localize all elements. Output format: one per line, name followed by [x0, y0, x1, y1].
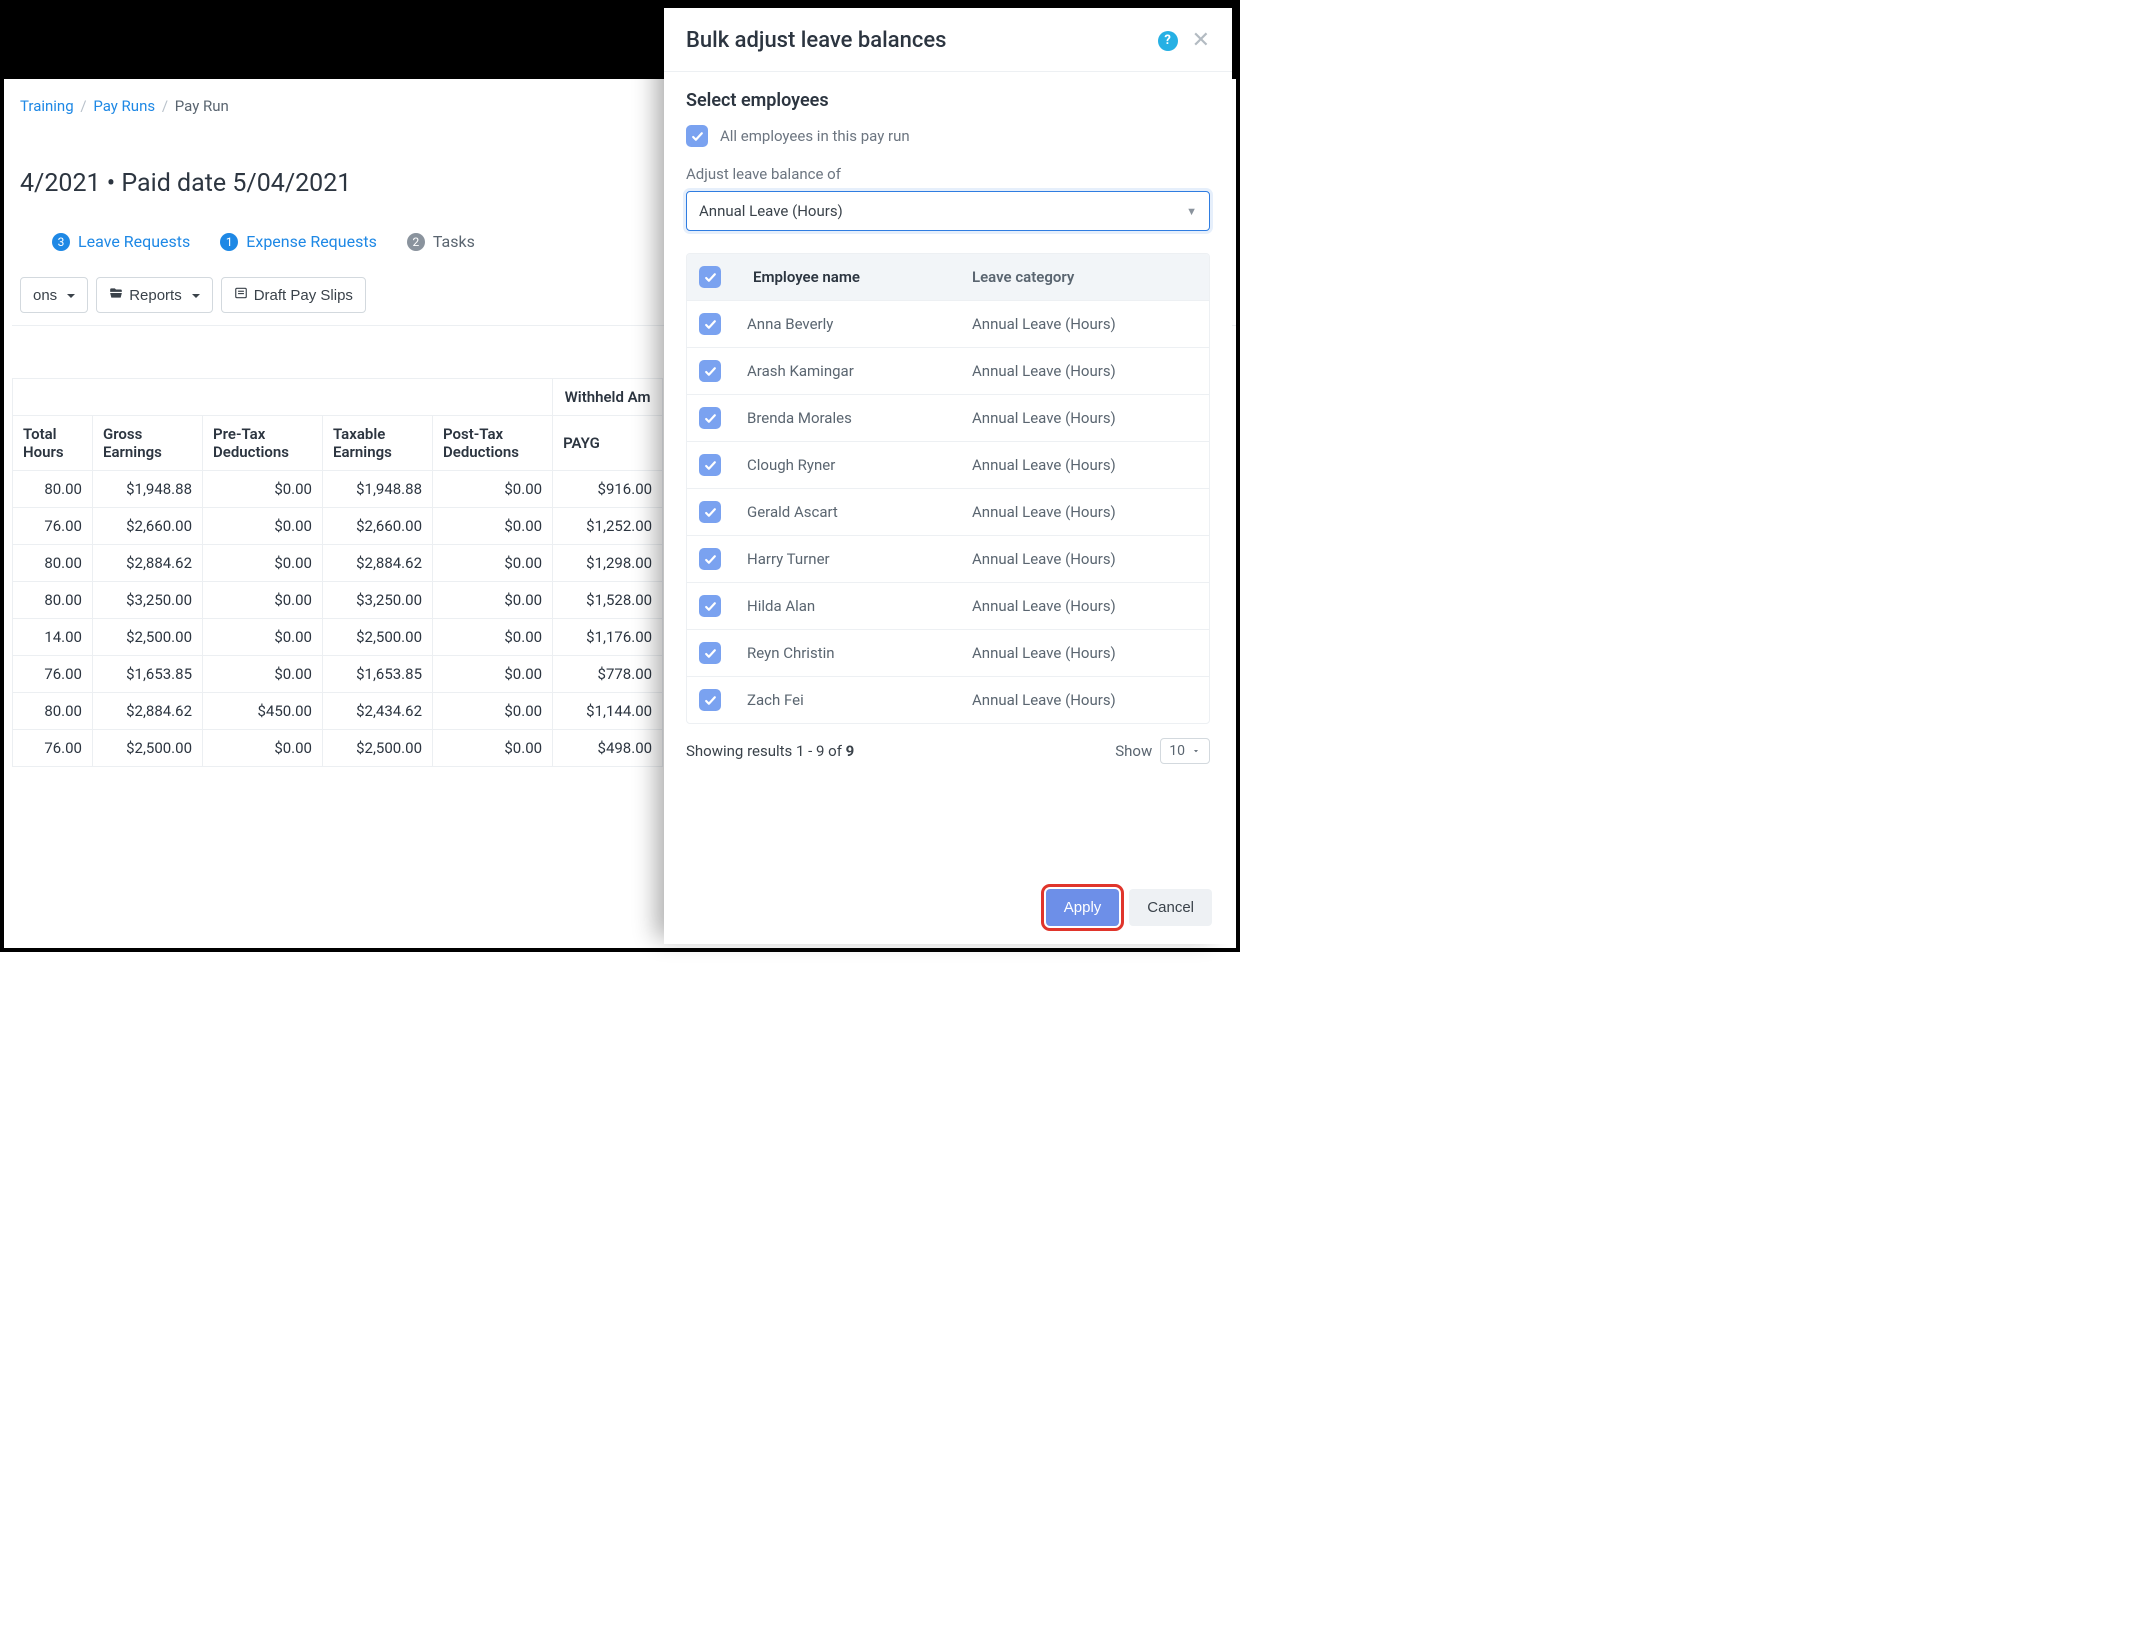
- all-employees-label: All employees in this pay run: [720, 127, 910, 145]
- employee-row[interactable]: Zach FeiAnnual Leave (Hours): [687, 677, 1209, 723]
- employee-name: Arash Kamingar: [747, 362, 972, 380]
- employee-category: Annual Leave (Hours): [972, 644, 1197, 662]
- table-row[interactable]: 80.00$2,884.62$450.00$2,434.62$0.00$1,14…: [13, 693, 663, 730]
- employee-row[interactable]: Clough RynerAnnual Leave (Hours): [687, 442, 1209, 489]
- employee-name: Brenda Morales: [747, 409, 972, 427]
- employee-checkbox[interactable]: [699, 595, 721, 617]
- withheld-header: Withheld Am: [553, 379, 663, 416]
- bulk-adjust-panel: Bulk adjust leave balances ? ✕ Select em…: [664, 8, 1232, 944]
- employee-row[interactable]: Hilda AlanAnnual Leave (Hours): [687, 583, 1209, 630]
- tab-expense-requests[interactable]: 1 Expense Requests: [220, 232, 377, 251]
- table-row[interactable]: 80.00$1,948.88$0.00$1,948.88$0.00$916.00: [13, 471, 663, 508]
- employee-category: Annual Leave (Hours): [972, 409, 1197, 427]
- chevron-down-icon: [1191, 746, 1201, 756]
- employee-category: Annual Leave (Hours): [972, 362, 1197, 380]
- employee-category: Annual Leave (Hours): [972, 503, 1197, 521]
- select-employees-title: Select employees: [686, 90, 1210, 111]
- apply-button[interactable]: Apply: [1046, 889, 1120, 926]
- table-row[interactable]: 14.00$2,500.00$0.00$2,500.00$0.00$1,176.…: [13, 619, 663, 656]
- employee-name: Zach Fei: [747, 691, 972, 709]
- employee-checkbox[interactable]: [699, 313, 721, 335]
- employee-row[interactable]: Anna BeverlyAnnual Leave (Hours): [687, 301, 1209, 348]
- employee-category: Annual Leave (Hours): [972, 315, 1197, 333]
- table-row[interactable]: 80.00$3,250.00$0.00$3,250.00$0.00$1,528.…: [13, 582, 663, 619]
- col-employee-name: Employee name: [747, 268, 972, 286]
- badge-tasks: 2: [407, 233, 425, 251]
- col-header: Total Hours: [13, 416, 93, 471]
- employee-row[interactable]: Gerald AscartAnnual Leave (Hours): [687, 489, 1209, 536]
- employee-checkbox[interactable]: [699, 642, 721, 664]
- table-row[interactable]: 76.00$1,653.85$0.00$1,653.85$0.00$778.00: [13, 656, 663, 693]
- tab-leave-requests[interactable]: 3 Leave Requests: [52, 232, 190, 251]
- col-header: Gross Earnings: [93, 416, 203, 471]
- employee-category: Annual Leave (Hours): [972, 597, 1197, 615]
- employee-checkbox[interactable]: [699, 689, 721, 711]
- results-text: Showing results 1 - 9 of 9: [686, 742, 854, 760]
- tab-tasks[interactable]: 2 Tasks: [407, 232, 475, 251]
- breadcrumb-payruns[interactable]: Pay Runs: [93, 97, 155, 115]
- folder-icon: [109, 286, 123, 304]
- col-header: Pre-Tax Deductions: [203, 416, 323, 471]
- employee-checkbox[interactable]: [699, 454, 721, 476]
- employee-name: Hilda Alan: [747, 597, 972, 615]
- col-header: Post-Tax Deductions: [433, 416, 553, 471]
- employee-checkbox[interactable]: [699, 407, 721, 429]
- badge-expense: 1: [220, 233, 238, 251]
- leave-balance-select[interactable]: Annual Leave (Hours) ▼: [686, 191, 1210, 231]
- col-header: Taxable Earnings: [323, 416, 433, 471]
- employee-row[interactable]: Harry TurnerAnnual Leave (Hours): [687, 536, 1209, 583]
- table-row[interactable]: 80.00$2,884.62$0.00$2,884.62$0.00$1,298.…: [13, 545, 663, 582]
- employee-category: Annual Leave (Hours): [972, 550, 1197, 568]
- cancel-button[interactable]: Cancel: [1129, 889, 1212, 926]
- reports-button[interactable]: Reports: [96, 277, 213, 313]
- document-icon: [234, 286, 248, 304]
- breadcrumb-current: Pay Run: [175, 97, 229, 115]
- employee-name: Reyn Christin: [747, 644, 972, 662]
- payrun-table: Withheld Am Total HoursGross EarningsPre…: [12, 378, 663, 767]
- panel-title: Bulk adjust leave balances: [686, 28, 946, 53]
- employee-name: Gerald Ascart: [747, 503, 972, 521]
- adjust-balance-label: Adjust leave balance of: [686, 165, 1210, 183]
- employee-table: Employee name Leave category Anna Beverl…: [686, 253, 1210, 724]
- page-size-select[interactable]: 10: [1160, 738, 1210, 764]
- help-icon[interactable]: ?: [1158, 31, 1178, 51]
- employee-row[interactable]: Brenda MoralesAnnual Leave (Hours): [687, 395, 1209, 442]
- employee-row[interactable]: Arash KamingarAnnual Leave (Hours): [687, 348, 1209, 395]
- col-leave-category: Leave category: [972, 268, 1197, 286]
- badge-leave: 3: [52, 233, 70, 251]
- col-header: PAYG: [553, 416, 663, 471]
- employee-category: Annual Leave (Hours): [972, 691, 1197, 709]
- employee-checkbox[interactable]: [699, 360, 721, 382]
- employee-row[interactable]: Reyn ChristinAnnual Leave (Hours): [687, 630, 1209, 677]
- employee-checkbox[interactable]: [699, 501, 721, 523]
- table-row[interactable]: 76.00$2,660.00$0.00$2,660.00$0.00$1,252.…: [13, 508, 663, 545]
- employee-name: Harry Turner: [747, 550, 972, 568]
- employee-category: Annual Leave (Hours): [972, 456, 1197, 474]
- table-row[interactable]: 76.00$2,500.00$0.00$2,500.00$0.00$498.00: [13, 730, 663, 767]
- employee-checkbox[interactable]: [699, 548, 721, 570]
- close-icon[interactable]: ✕: [1192, 30, 1210, 52]
- employee-name: Anna Beverly: [747, 315, 972, 333]
- all-employees-checkbox[interactable]: [686, 125, 708, 147]
- ons-button[interactable]: ons: [20, 277, 88, 313]
- employee-name: Clough Ryner: [747, 456, 972, 474]
- chevron-down-icon: ▼: [1186, 205, 1197, 218]
- show-label: Show: [1115, 742, 1152, 760]
- draft-pay-slips-button[interactable]: Draft Pay Slips: [221, 277, 366, 313]
- breadcrumb-training[interactable]: Training: [20, 97, 74, 115]
- select-all-checkbox[interactable]: [699, 266, 721, 288]
